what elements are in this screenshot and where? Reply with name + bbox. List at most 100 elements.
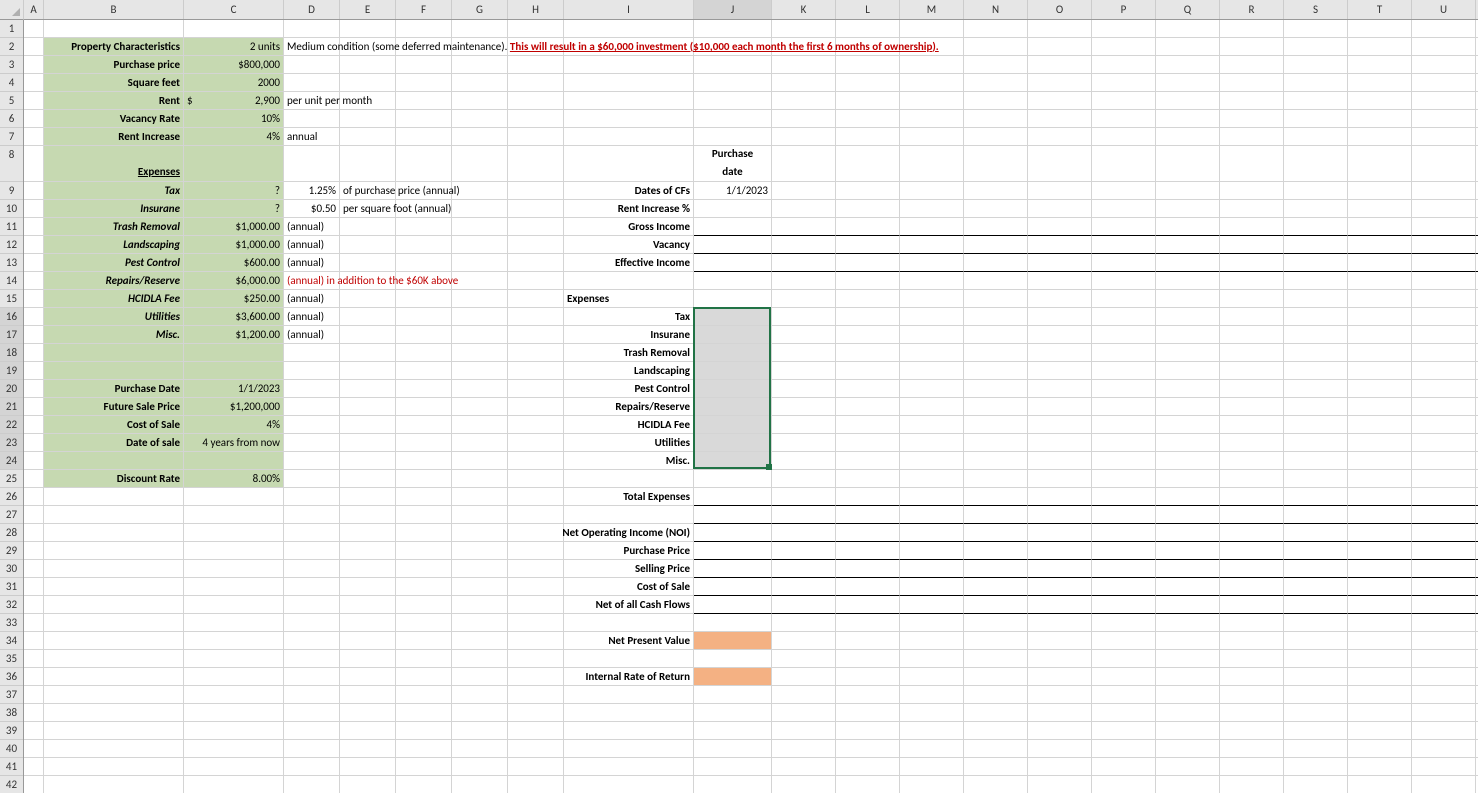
cell[interactable] <box>1092 308 1156 326</box>
cell[interactable] <box>772 614 836 632</box>
cell[interactable] <box>1092 290 1156 308</box>
cell[interactable] <box>964 308 1028 326</box>
cell[interactable] <box>452 704 508 722</box>
cell[interactable] <box>396 578 452 596</box>
cell[interactable]: Utilities <box>44 308 184 326</box>
cell[interactable] <box>1284 20 1348 38</box>
cell[interactable] <box>508 218 564 236</box>
cell[interactable] <box>836 218 900 236</box>
cell[interactable] <box>24 290 44 308</box>
cell[interactable] <box>1028 380 1092 398</box>
cell[interactable] <box>964 200 1028 218</box>
col-header-H[interactable]: H <box>508 0 564 19</box>
cell[interactable] <box>24 686 44 704</box>
cell[interactable] <box>772 254 836 272</box>
cell[interactable] <box>396 434 452 452</box>
cell[interactable] <box>694 110 772 128</box>
cell[interactable] <box>1412 686 1476 704</box>
cell[interactable] <box>452 776 508 793</box>
cell[interactable] <box>1156 542 1220 560</box>
cell[interactable] <box>772 722 836 740</box>
cell[interactable] <box>1348 380 1412 398</box>
cell[interactable] <box>1348 668 1412 686</box>
cell[interactable] <box>964 632 1028 650</box>
cell[interactable] <box>964 362 1028 380</box>
cell[interactable] <box>900 506 964 524</box>
cell[interactable] <box>836 362 900 380</box>
cell[interactable] <box>340 290 396 308</box>
cell[interactable]: $1,200,000 <box>184 398 284 416</box>
cell[interactable] <box>44 704 184 722</box>
cell[interactable] <box>396 632 452 650</box>
col-header-O[interactable]: O <box>1028 0 1092 19</box>
cell[interactable] <box>900 560 964 578</box>
cell[interactable] <box>900 128 964 146</box>
cell[interactable] <box>772 56 836 74</box>
cell[interactable] <box>1348 74 1412 92</box>
cell[interactable] <box>900 74 964 92</box>
cell[interactable] <box>452 20 508 38</box>
cell[interactable] <box>694 218 772 236</box>
cell[interactable] <box>396 308 452 326</box>
cell[interactable]: Landscaping <box>44 236 184 254</box>
cell[interactable] <box>836 434 900 452</box>
cell[interactable] <box>1028 74 1092 92</box>
cell[interactable] <box>694 560 772 578</box>
cell[interactable] <box>964 722 1028 740</box>
cell[interactable] <box>772 416 836 434</box>
cell[interactable] <box>1156 200 1220 218</box>
cell[interactable] <box>900 362 964 380</box>
cell[interactable] <box>1220 650 1284 668</box>
cell[interactable] <box>284 110 340 128</box>
cell[interactable] <box>964 524 1028 542</box>
cell[interactable] <box>1284 740 1348 758</box>
cell[interactable] <box>1348 776 1412 793</box>
cell[interactable] <box>396 398 452 416</box>
cell[interactable] <box>964 110 1028 128</box>
cell[interactable] <box>396 470 452 488</box>
cell[interactable] <box>44 614 184 632</box>
cell[interactable] <box>1092 506 1156 524</box>
col-header-R[interactable]: R <box>1220 0 1284 19</box>
cell[interactable]: (annual) <box>284 236 340 254</box>
cell[interactable] <box>772 92 836 110</box>
cell[interactable] <box>964 542 1028 560</box>
cell[interactable] <box>340 74 396 92</box>
cell[interactable] <box>1028 236 1092 254</box>
cell[interactable] <box>1348 560 1412 578</box>
cell[interactable] <box>1412 326 1476 344</box>
row-header-10[interactable]: 10 <box>0 200 23 218</box>
cell[interactable] <box>24 596 44 614</box>
cell[interactable] <box>1284 578 1348 596</box>
cell[interactable] <box>1092 416 1156 434</box>
cell[interactable] <box>1284 632 1348 650</box>
cell[interactable] <box>1028 218 1092 236</box>
cell[interactable] <box>836 272 900 290</box>
cell[interactable] <box>508 380 564 398</box>
cell[interactable] <box>284 452 340 470</box>
cell[interactable] <box>284 74 340 92</box>
cell[interactable] <box>508 452 564 470</box>
cell[interactable] <box>836 488 900 506</box>
col-header-U[interactable]: U <box>1412 0 1476 19</box>
cell[interactable] <box>836 740 900 758</box>
cell[interactable] <box>1412 272 1476 290</box>
row-header-40[interactable]: 40 <box>0 740 23 758</box>
cell[interactable] <box>1092 110 1156 128</box>
cell[interactable] <box>1412 200 1476 218</box>
cell[interactable] <box>396 452 452 470</box>
cell[interactable] <box>1028 668 1092 686</box>
cell[interactable] <box>1412 110 1476 128</box>
cell[interactable] <box>24 380 44 398</box>
cell[interactable] <box>1028 128 1092 146</box>
cell[interactable] <box>452 398 508 416</box>
cell[interactable] <box>1092 632 1156 650</box>
cell[interactable] <box>564 740 694 758</box>
cell[interactable] <box>900 650 964 668</box>
cell[interactable] <box>24 704 44 722</box>
cell[interactable] <box>184 488 284 506</box>
cell[interactable] <box>340 308 396 326</box>
cell[interactable] <box>1156 758 1220 776</box>
cell[interactable] <box>1028 146 1092 182</box>
cell[interactable] <box>694 344 772 362</box>
